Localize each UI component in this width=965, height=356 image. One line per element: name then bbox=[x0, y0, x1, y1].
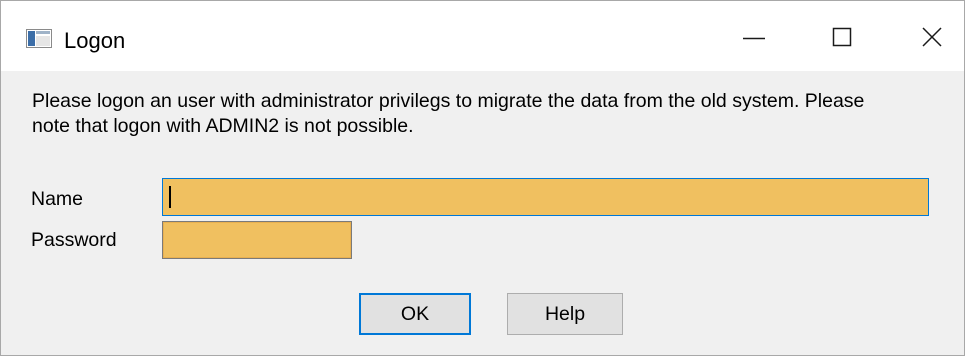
instruction-message: Please logon an user with administrator … bbox=[32, 90, 865, 137]
maximize-icon[interactable] bbox=[822, 21, 862, 55]
name-label: Name bbox=[31, 188, 84, 210]
ok-button[interactable]: OK bbox=[359, 293, 471, 335]
name-input[interactable] bbox=[162, 178, 929, 216]
window-title: Logon bbox=[64, 28, 126, 53]
password-input[interactable] bbox=[162, 221, 352, 259]
close-icon[interactable] bbox=[912, 21, 952, 55]
logon-dialog: Logon Please logon an user with administ… bbox=[0, 0, 965, 356]
minimize-icon[interactable] bbox=[734, 21, 774, 55]
title-bar[interactable]: Logon bbox=[1, 1, 964, 71]
app-window-icon bbox=[26, 29, 52, 48]
text-cursor bbox=[169, 186, 171, 208]
help-button[interactable]: Help bbox=[507, 293, 623, 335]
password-label: Password bbox=[31, 229, 117, 251]
